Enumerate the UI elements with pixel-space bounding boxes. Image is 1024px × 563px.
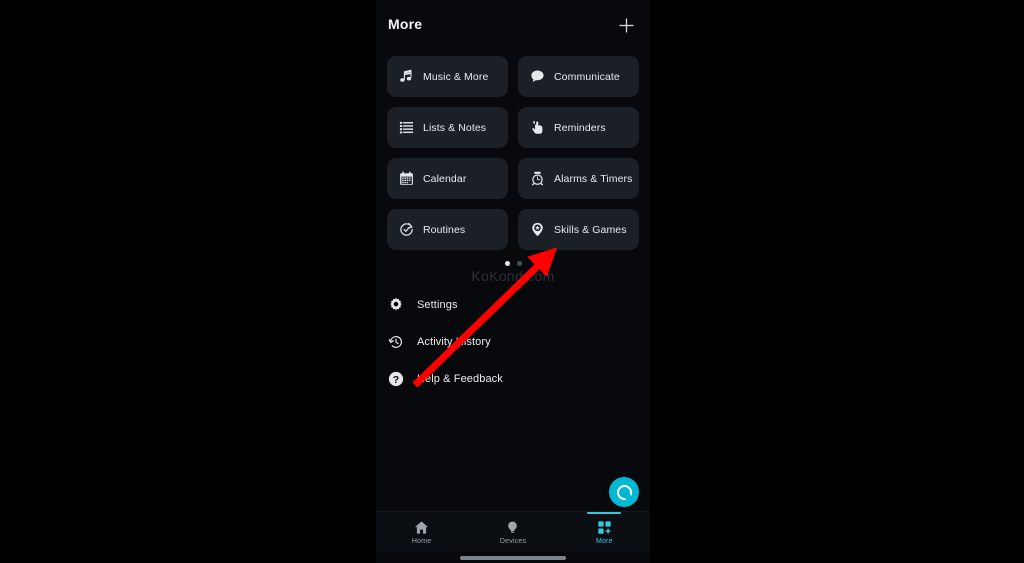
alexa-app-panel: More Music & More Communicate Lists & No… <box>376 0 650 563</box>
tile-reminders[interactable]: Reminders <box>518 107 639 148</box>
grid-row: Music & More Communicate <box>387 56 639 97</box>
tile-skills-and-games[interactable]: Skills & Games <box>518 209 639 250</box>
active-tab-indicator <box>587 512 622 514</box>
menu-item-label: Activity History <box>417 335 491 348</box>
app-header: More <box>376 0 650 50</box>
add-button[interactable] <box>612 11 640 39</box>
speech-bubble-icon <box>529 69 545 85</box>
nav-item-more[interactable]: More <box>559 512 650 552</box>
tile-label: Reminders <box>554 121 606 134</box>
home-indicator <box>460 556 566 560</box>
tile-lists-and-notes[interactable]: Lists & Notes <box>387 107 508 148</box>
tile-music-and-more[interactable]: Music & More <box>387 56 508 97</box>
alarm-clock-icon <box>529 171 545 187</box>
menu-item-settings[interactable]: Settings <box>376 286 650 323</box>
menu-item-activity-history[interactable]: Activity History <box>376 323 650 360</box>
bulb-icon <box>505 519 520 535</box>
hand-string-icon <box>529 120 545 136</box>
page-title: More <box>388 16 423 32</box>
screenshot-stage: More Music & More Communicate Lists & No… <box>0 0 1024 563</box>
nav-item-label: Home <box>411 538 432 545</box>
gear-icon <box>387 296 404 313</box>
alexa-ring-icon <box>616 484 632 500</box>
grid-row: Lists & Notes Reminders <box>387 107 639 148</box>
music-note-icon <box>398 69 414 85</box>
list-lines-icon <box>398 120 414 136</box>
tile-label: Music & More <box>423 70 489 83</box>
grid-row: Routines Skills & Games <box>387 209 639 250</box>
plus-icon <box>618 17 635 34</box>
svg-text:?: ? <box>392 373 398 385</box>
tile-alarms-and-timers[interactable]: Alarms & Timers <box>518 158 639 199</box>
more-menu-list: Settings Activity History ? Help & Feedb… <box>376 286 650 397</box>
tile-label: Skills & Games <box>554 223 627 236</box>
nav-item-label: Devices <box>499 538 527 545</box>
menu-item-label: Settings <box>417 298 458 311</box>
tile-label: Alarms & Timers <box>554 172 633 185</box>
home-icon <box>414 519 429 535</box>
routine-check-icon <box>398 222 414 238</box>
nav-item-label: More <box>595 538 613 545</box>
grid-row: Calendar Alarms & Timers <box>387 158 639 199</box>
menu-item-help-and-feedback[interactable]: ? Help & Feedback <box>376 360 650 397</box>
bottom-navigation: Home Devices More <box>376 511 650 552</box>
calendar-icon <box>398 171 414 187</box>
tile-calendar[interactable]: Calendar <box>387 158 508 199</box>
tile-routines[interactable]: Routines <box>387 209 508 250</box>
tile-label: Calendar <box>423 172 467 185</box>
question-circle-icon: ? <box>387 370 404 387</box>
feature-grid: Music & More Communicate Lists & Notes R… <box>387 56 639 260</box>
alexa-button[interactable] <box>609 477 639 507</box>
pagination-dots[interactable] <box>376 261 650 266</box>
skills-pin-icon <box>529 222 545 238</box>
clock-history-icon <box>387 333 404 350</box>
grid-plus-icon <box>597 519 612 535</box>
pagination-dot-1[interactable] <box>504 261 510 266</box>
nav-item-devices[interactable]: Devices <box>467 512 558 552</box>
tile-label: Communicate <box>554 70 620 83</box>
tile-label: Routines <box>423 223 466 236</box>
tile-label: Lists & Notes <box>423 121 487 134</box>
tile-communicate[interactable]: Communicate <box>518 56 639 97</box>
nav-item-home[interactable]: Home <box>376 512 467 552</box>
pagination-dot-2[interactable] <box>516 261 522 266</box>
menu-item-label: Help & Feedback <box>417 372 503 385</box>
watermark: KoKond.com <box>471 268 555 284</box>
